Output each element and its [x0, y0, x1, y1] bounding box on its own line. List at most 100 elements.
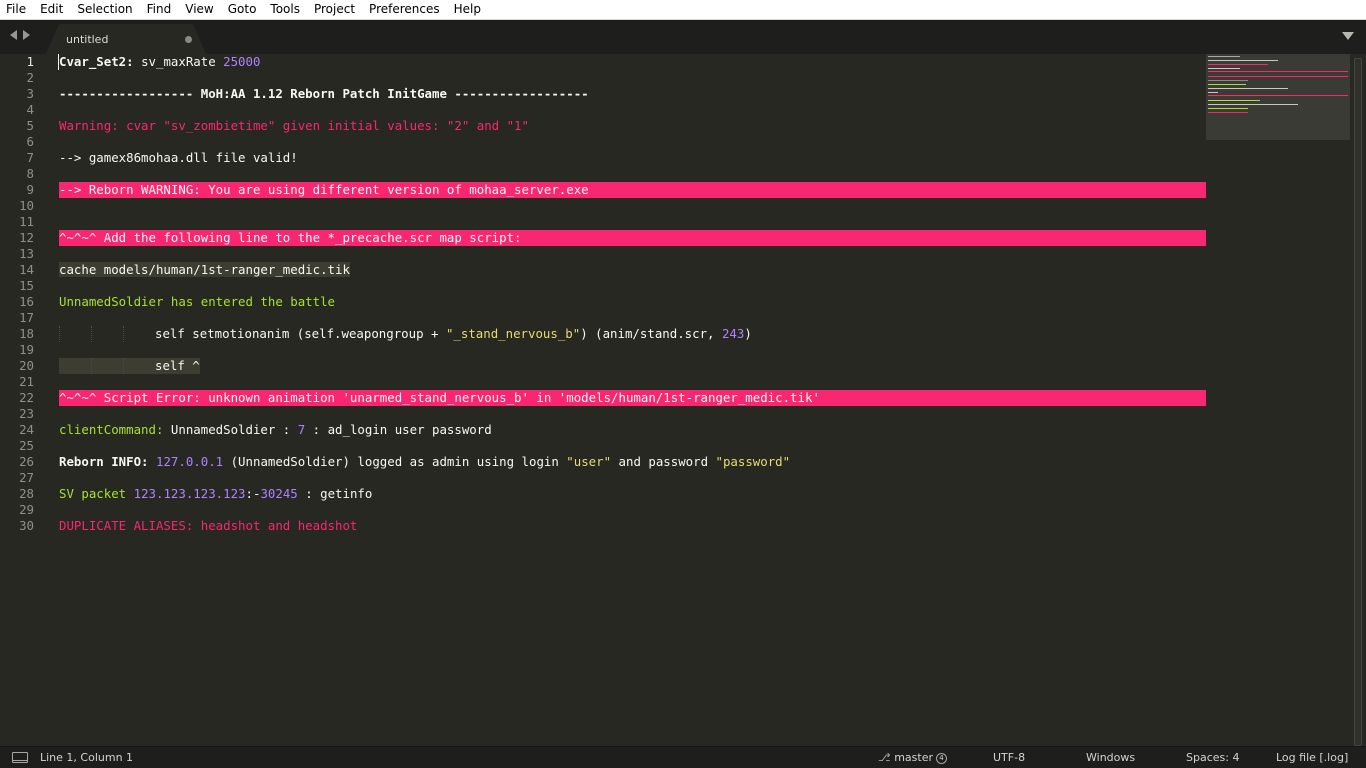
- tab-bar: untitled: [0, 20, 1366, 54]
- minimap-line: [1208, 80, 1248, 81]
- minimap-line: [1208, 92, 1218, 93]
- line-number: 26: [19, 454, 34, 469]
- line-number: 13: [19, 246, 34, 261]
- code-line-20: self ^: [59, 358, 1206, 374]
- syntax-mode[interactable]: Log file [.log]: [1276, 751, 1348, 764]
- token-number: 127.0.0.1: [156, 454, 224, 469]
- line-number: 18: [19, 326, 34, 341]
- line-number: 2: [26, 70, 34, 85]
- panel-toggle-icon[interactable]: [12, 752, 28, 763]
- token-keyword: Cvar_Set2:: [59, 54, 134, 69]
- indent-guide: [123, 358, 125, 374]
- branch-count-badge: 4: [935, 752, 947, 764]
- indent-guide: [59, 326, 61, 342]
- encoding[interactable]: UTF-8: [993, 751, 1025, 764]
- editor[interactable]: 1 2 3 4 5 6 7 8 9 10 11 12 13 14 15 16 1…: [0, 54, 1366, 746]
- scrollbar-thumb[interactable]: [1354, 58, 1362, 746]
- line-number: 24: [19, 422, 34, 437]
- git-branch[interactable]: ⎇ master 4: [878, 751, 947, 764]
- token-text: : ad_login user password: [305, 422, 492, 437]
- code-line-18: self setmotionanim (self.weapongroup + "…: [59, 326, 1206, 342]
- token-text: (UnnamedSoldier) logged as admin using l…: [223, 454, 567, 469]
- code-line-24: clientCommand: UnnamedSoldier : 7 : ad_l…: [59, 422, 1206, 438]
- line-number: 6: [26, 134, 34, 149]
- line-number: 7: [26, 150, 34, 165]
- line-number: 23: [19, 406, 34, 421]
- token-text: ): [744, 326, 752, 341]
- minimap-line: [1208, 68, 1240, 69]
- code-area[interactable]: Cvar_Set2: sv_maxRate 25000 ------------…: [59, 54, 1206, 746]
- minimap-line: [1208, 56, 1240, 57]
- indent-guide: [123, 326, 125, 342]
- line-number: 1: [26, 54, 34, 69]
- line-number: 9: [26, 182, 34, 197]
- token-text: :-: [245, 486, 261, 501]
- code-line-26: Reborn INFO: 127.0.0.1 (UnnamedSoldier) …: [59, 454, 1206, 470]
- code-line-9: --> Reborn WARNING: You are using differ…: [59, 182, 1206, 198]
- line-number: 3: [26, 86, 34, 101]
- menu-tools[interactable]: Tools: [263, 0, 307, 19]
- menu-bar: File Edit Selection Find View Goto Tools…: [0, 0, 1366, 20]
- git-branch-icon: ⎇: [878, 751, 891, 764]
- arrow-right-icon[interactable]: [23, 30, 30, 40]
- menu-help[interactable]: Help: [447, 0, 488, 19]
- menu-file[interactable]: File: [0, 0, 33, 19]
- code-line-3: ------------------ MoH:AA 1.12 Reborn Pa…: [59, 86, 589, 101]
- minimap-line: [1208, 112, 1248, 113]
- arrow-left-icon[interactable]: [10, 30, 17, 40]
- token-text: ) (anim/stand.scr,: [580, 326, 722, 341]
- line-number: 28: [19, 486, 34, 501]
- tab-title: untitled: [66, 33, 109, 46]
- cursor-position[interactable]: Line 1, Column 1: [40, 751, 133, 764]
- token-keyword: Reborn INFO:: [59, 454, 149, 469]
- text-cursor: [58, 54, 59, 70]
- token-number: 30245: [260, 486, 298, 501]
- minimap-line: [1208, 108, 1248, 109]
- line-18-content: self setmotionanim (self.weapongroup + "…: [155, 326, 752, 342]
- token-text: UnnamedSoldier :: [163, 422, 298, 437]
- line-number: 21: [19, 374, 34, 389]
- tab-untitled[interactable]: untitled: [46, 24, 206, 54]
- code-line-14: cache models/human/1st-ranger_medic.tik: [59, 262, 1206, 278]
- menu-view[interactable]: View: [178, 0, 220, 19]
- token-text: sv_maxRate: [133, 54, 224, 69]
- minimap-line: [1208, 95, 1348, 96]
- line-number: 22: [19, 390, 34, 405]
- code-line-1: Cvar_Set2: sv_maxRate 25000: [59, 54, 1206, 70]
- menu-selection[interactable]: Selection: [70, 0, 139, 19]
- line-number: 4: [26, 102, 34, 117]
- minimap-line: [1208, 76, 1348, 77]
- menu-edit[interactable]: Edit: [33, 0, 70, 19]
- minimap-line: [1208, 104, 1298, 105]
- token-text: self ^: [155, 358, 200, 374]
- code-line-30: DUPLICATE ALIASES: headshot and headshot: [59, 518, 358, 533]
- line-number: 17: [19, 310, 34, 325]
- line-number: 5: [26, 118, 34, 133]
- indentation[interactable]: Spaces: 4: [1186, 751, 1239, 764]
- menu-find[interactable]: Find: [140, 0, 179, 19]
- selection-background: [59, 358, 155, 374]
- menu-preferences[interactable]: Preferences: [362, 0, 447, 19]
- code-line-28: SV packet 123.123.123.123:-30245 : getin…: [59, 486, 1206, 502]
- token-text: : getinfo: [297, 486, 373, 501]
- line-number: 27: [19, 470, 34, 485]
- line-number: 11: [19, 214, 34, 229]
- line-number: 19: [19, 342, 34, 357]
- menu-project[interactable]: Project: [307, 0, 362, 19]
- minimap[interactable]: [1206, 54, 1350, 140]
- code-line-5: Warning: cvar "sv_zombietime" given init…: [59, 118, 529, 133]
- line-number: 30: [19, 518, 34, 533]
- dot-icon[interactable]: [185, 36, 192, 43]
- menu-goto[interactable]: Goto: [221, 0, 264, 19]
- chevron-down-icon[interactable]: [1342, 32, 1354, 40]
- token-number: 243: [721, 326, 745, 341]
- token-keyword: SV packet: [59, 486, 134, 501]
- line-number: 29: [19, 502, 34, 517]
- code-line-7: --> gamex86mohaa.dll file valid!: [59, 150, 298, 165]
- vertical-scrollbar[interactable]: [1354, 56, 1362, 746]
- line-endings[interactable]: Windows: [1086, 751, 1135, 764]
- minimap-line: [1208, 71, 1348, 72]
- minimap-line: [1208, 60, 1278, 61]
- indent-guide: [91, 326, 93, 342]
